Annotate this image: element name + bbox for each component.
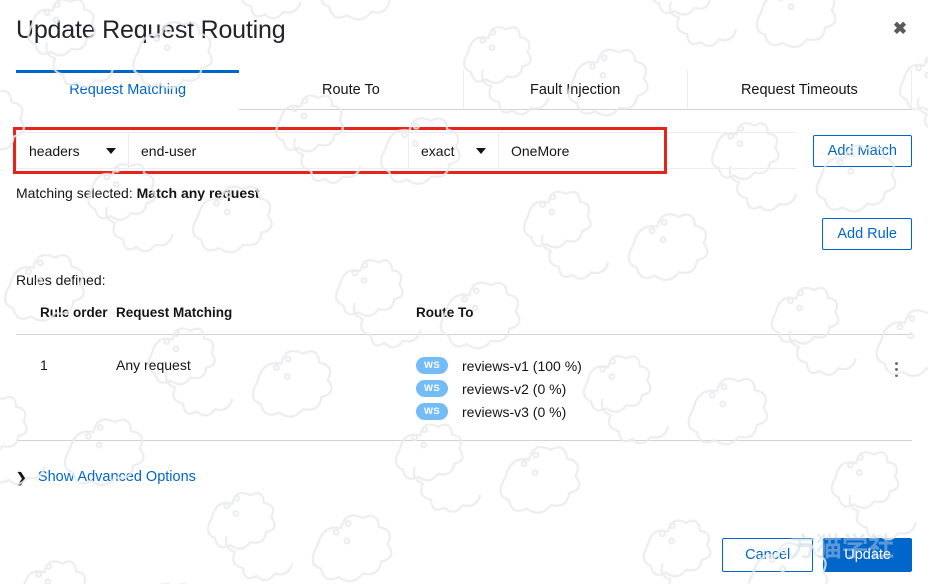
page-title: Update Request Routing: [16, 16, 286, 44]
close-icon[interactable]: ✖: [888, 16, 912, 40]
match-value-input[interactable]: OneMore: [499, 133, 796, 168]
kebab-menu-icon[interactable]: [884, 357, 908, 381]
cell-actions: [852, 334, 912, 441]
dialog-footer: Cancel Update: [16, 538, 912, 572]
add-rule-container: Add Rule: [16, 218, 912, 250]
workload-badge-icon: WS: [416, 403, 448, 420]
tab-request-matching[interactable]: Request Matching: [16, 70, 240, 110]
route-entry: WS reviews-v1 (100 %): [416, 357, 852, 374]
route-name: reviews-v2 (0 %): [462, 380, 567, 397]
match-operator-select[interactable]: exact: [409, 133, 499, 168]
workload-badge-icon: WS: [416, 357, 448, 374]
dialog-header: Update Request Routing ✖: [16, 0, 912, 68]
column-header-request-matching: Request Matching: [116, 305, 416, 335]
route-name: reviews-v1 (100 %): [462, 357, 582, 374]
chevron-down-icon: [106, 147, 116, 154]
rules-defined-label: Rules defined:: [16, 272, 106, 288]
tab-request-timeouts[interactable]: Request Timeouts: [687, 70, 912, 110]
match-category-value: headers: [29, 142, 80, 159]
add-rule-button[interactable]: Add Rule: [822, 218, 912, 250]
tab-bar: Request Matching Route To Fault Injectio…: [16, 70, 912, 110]
cell-request-matching: Any request: [116, 334, 416, 441]
tab-label: Request Matching: [69, 81, 187, 98]
tab-label: Fault Injection: [529, 81, 621, 98]
match-value-text: OneMore: [511, 142, 570, 159]
match-category-select[interactable]: headers: [17, 133, 129, 168]
tab-route-to[interactable]: Route To: [239, 70, 464, 110]
match-header-name-value: end-user: [141, 142, 197, 159]
update-request-routing-dialog: Update Request Routing ✖ Request Matchin…: [0, 0, 928, 584]
chevron-right-icon: ❯: [16, 469, 27, 485]
cancel-button[interactable]: Cancel: [722, 538, 814, 572]
matching-selected-prefix: Matching selected:: [16, 185, 133, 201]
route-entry: WS reviews-v2 (0 %): [416, 380, 852, 397]
match-fields-group: headers end-user exact OneMore: [16, 132, 796, 169]
chevron-down-icon: [476, 147, 486, 154]
workload-badge-icon: WS: [416, 380, 448, 397]
column-header-rule-order: Rule order: [16, 305, 116, 335]
match-row: headers end-user exact OneMore Add Match: [13, 127, 912, 174]
column-header-actions: [852, 305, 912, 335]
cell-route-to: WS reviews-v1 (100 %) WS reviews-v2 (0 %…: [416, 334, 852, 441]
update-button[interactable]: Update: [823, 538, 912, 572]
table-header-row: Rule order Request Matching Route To: [16, 305, 912, 335]
matching-selected-value: Match any request: [136, 185, 260, 201]
kebab-dot: [894, 361, 898, 365]
tab-label: Request Timeouts: [740, 81, 858, 98]
add-match-button[interactable]: Add Match: [812, 134, 912, 167]
tab-fault-injection[interactable]: Fault Injection: [463, 70, 688, 110]
route-name: reviews-v3 (0 %): [462, 403, 567, 420]
show-advanced-options-label: Show Advanced Options: [37, 469, 196, 485]
rules-table: Rule order Request Matching Route To 1 A…: [16, 305, 912, 441]
cell-rule-order: 1: [16, 334, 116, 441]
kebab-dot: [894, 373, 898, 377]
kebab-dot: [894, 367, 898, 371]
route-entry: WS reviews-v3 (0 %): [416, 403, 852, 420]
match-header-name-input[interactable]: end-user: [129, 133, 409, 168]
match-operator-value: exact: [421, 142, 455, 159]
matching-selected-status: Matching selected: Match any request: [16, 185, 912, 201]
column-header-route-to: Route To: [416, 305, 852, 335]
table-row: 1 Any request WS reviews-v1 (100 %) WS r…: [16, 334, 912, 441]
tab-label: Route To: [321, 81, 380, 98]
show-advanced-options-toggle[interactable]: ❯ Show Advanced Options: [16, 469, 196, 485]
add-match-container: Add Match: [796, 132, 912, 169]
